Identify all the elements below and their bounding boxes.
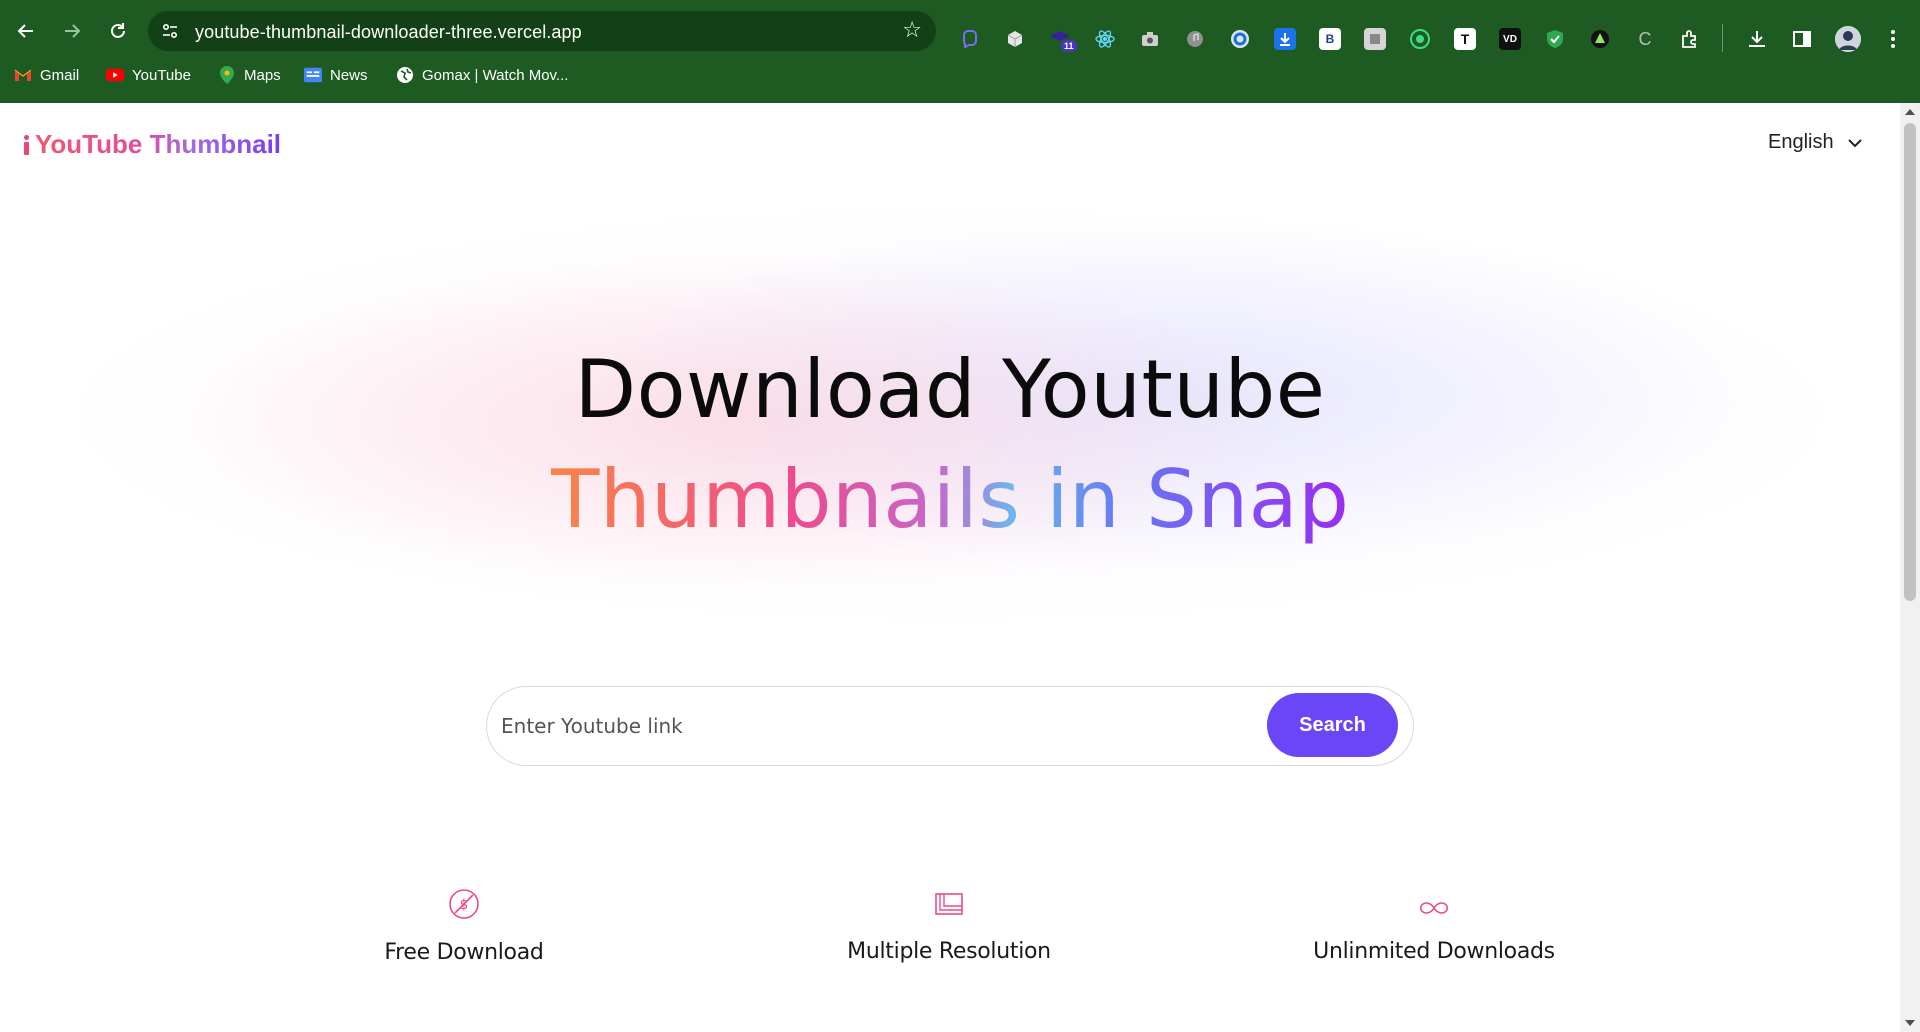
hero-subtitle: Thumbnails in Snap <box>0 453 1900 546</box>
back-button[interactable] <box>10 15 42 47</box>
maps-icon <box>218 66 236 84</box>
extension-react-icon[interactable] <box>1094 28 1116 50</box>
hero-subtitle-text: Thumbnails in Snap <box>550 453 1350 546</box>
extension-cube-icon[interactable] <box>1004 28 1026 50</box>
extension-camera-icon[interactable] <box>1139 28 1161 50</box>
site-logo[interactable]: YouTube Thumbnail <box>24 129 281 160</box>
resolution-icon <box>934 891 964 917</box>
feature-label: Multiple Resolution <box>847 939 1051 964</box>
bookmark-star-icon[interactable]: ☆ <box>902 19 922 41</box>
chevron-down-icon <box>1847 138 1862 147</box>
side-panel-icon[interactable] <box>1791 28 1813 50</box>
bookmark-label: Gmail <box>40 66 80 84</box>
extension-triangle-icon[interactable] <box>1589 28 1611 50</box>
extension-graduation-icon[interactable]: 11 <box>1049 28 1077 52</box>
infinity-icon <box>1417 899 1451 917</box>
feature-unlimited-downloads: Unlinmited Downloads <box>1234 899 1634 964</box>
feature-free-download: $ Free Download <box>264 888 664 965</box>
bookmark-news[interactable]: News <box>304 66 368 84</box>
extension-target-icon[interactable] <box>1409 28 1431 50</box>
reload-button[interactable] <box>102 15 134 47</box>
language-label: English <box>1768 131 1834 153</box>
bookmark-gomax[interactable]: Gomax | Watch Mov... <box>396 66 568 84</box>
news-icon <box>304 66 322 84</box>
bookmark-gmail[interactable]: Gmail <box>14 66 79 84</box>
extension-puzzle-tile-icon[interactable] <box>1364 28 1386 50</box>
bookmark-youtube[interactable]: YouTube <box>106 66 191 84</box>
page-scrollbar[interactable] <box>1900 103 1920 1032</box>
extension-shield-icon[interactable] <box>1544 28 1566 50</box>
youtube-link-input[interactable] <box>501 701 1261 751</box>
browser-chrome: youtube-thumbnail-downloader-three.verce… <box>0 0 1920 103</box>
extension-mastodon-icon[interactable] <box>959 28 981 50</box>
extension-download-icon[interactable] <box>1274 28 1296 50</box>
bookmarks-bar: Gmail YouTube Maps News Gomax | Watch Mo… <box>0 62 1920 92</box>
scroll-up-arrow-icon[interactable] <box>1905 109 1915 115</box>
web-page: YouTube Thumbnail English Download Youtu… <box>0 103 1900 1032</box>
svg-text:$: $ <box>460 897 469 913</box>
logo-text: YouTube Thumbnail <box>35 129 282 159</box>
feature-label: Free Download <box>384 940 544 965</box>
extension-ring-icon[interactable] <box>1229 28 1251 50</box>
reload-icon <box>111 23 125 38</box>
bookmark-label: News <box>330 66 368 84</box>
gmail-icon <box>14 66 32 84</box>
extension-music-icon[interactable] <box>1184 28 1206 50</box>
extension-b-icon[interactable]: B <box>1319 28 1341 50</box>
browser-toolbar: youtube-thumbnail-downloader-three.verce… <box>0 8 1920 54</box>
feature-multiple-resolution: Multiple Resolution <box>749 891 1149 964</box>
browser-menu-icon[interactable] <box>1882 28 1904 50</box>
forward-button[interactable] <box>56 15 88 47</box>
address-bar[interactable]: youtube-thumbnail-downloader-three.verce… <box>148 11 936 51</box>
toolbar-divider <box>1722 24 1723 52</box>
extension-badge: 11 <box>1061 40 1077 52</box>
bookmark-maps[interactable]: Maps <box>218 66 281 84</box>
search-bar: Search <box>486 686 1414 766</box>
bookmark-label: Gomax | Watch Mov... <box>422 66 569 84</box>
bookmark-label: YouTube <box>132 66 191 84</box>
hero-title: Download Youtube <box>574 343 1326 436</box>
forward-arrow-icon <box>65 24 81 38</box>
globe-icon <box>396 66 414 84</box>
language-selector[interactable]: English <box>1768 131 1862 154</box>
back-arrow-icon <box>17 24 33 38</box>
logo-mark-icon <box>24 134 29 155</box>
extension-code-icon[interactable]: C <box>1634 28 1656 50</box>
youtube-icon <box>106 66 124 84</box>
site-info-icon[interactable] <box>160 21 180 41</box>
no-cost-icon: $ <box>448 888 480 920</box>
extension-t-icon[interactable]: T <box>1454 28 1476 50</box>
downloads-icon[interactable] <box>1746 28 1768 50</box>
extension-vd-icon[interactable]: VD <box>1499 28 1521 50</box>
scroll-down-arrow-icon[interactable] <box>1905 1020 1915 1026</box>
extensions-puzzle-icon[interactable] <box>1679 28 1701 50</box>
profile-avatar[interactable] <box>1835 26 1861 52</box>
bookmark-label: Maps <box>244 66 281 84</box>
feature-label: Unlinmited Downloads <box>1313 939 1555 964</box>
search-button[interactable]: Search <box>1267 693 1398 757</box>
url-text[interactable]: youtube-thumbnail-downloader-three.verce… <box>195 22 582 43</box>
scroll-thumb[interactable] <box>1904 123 1916 601</box>
